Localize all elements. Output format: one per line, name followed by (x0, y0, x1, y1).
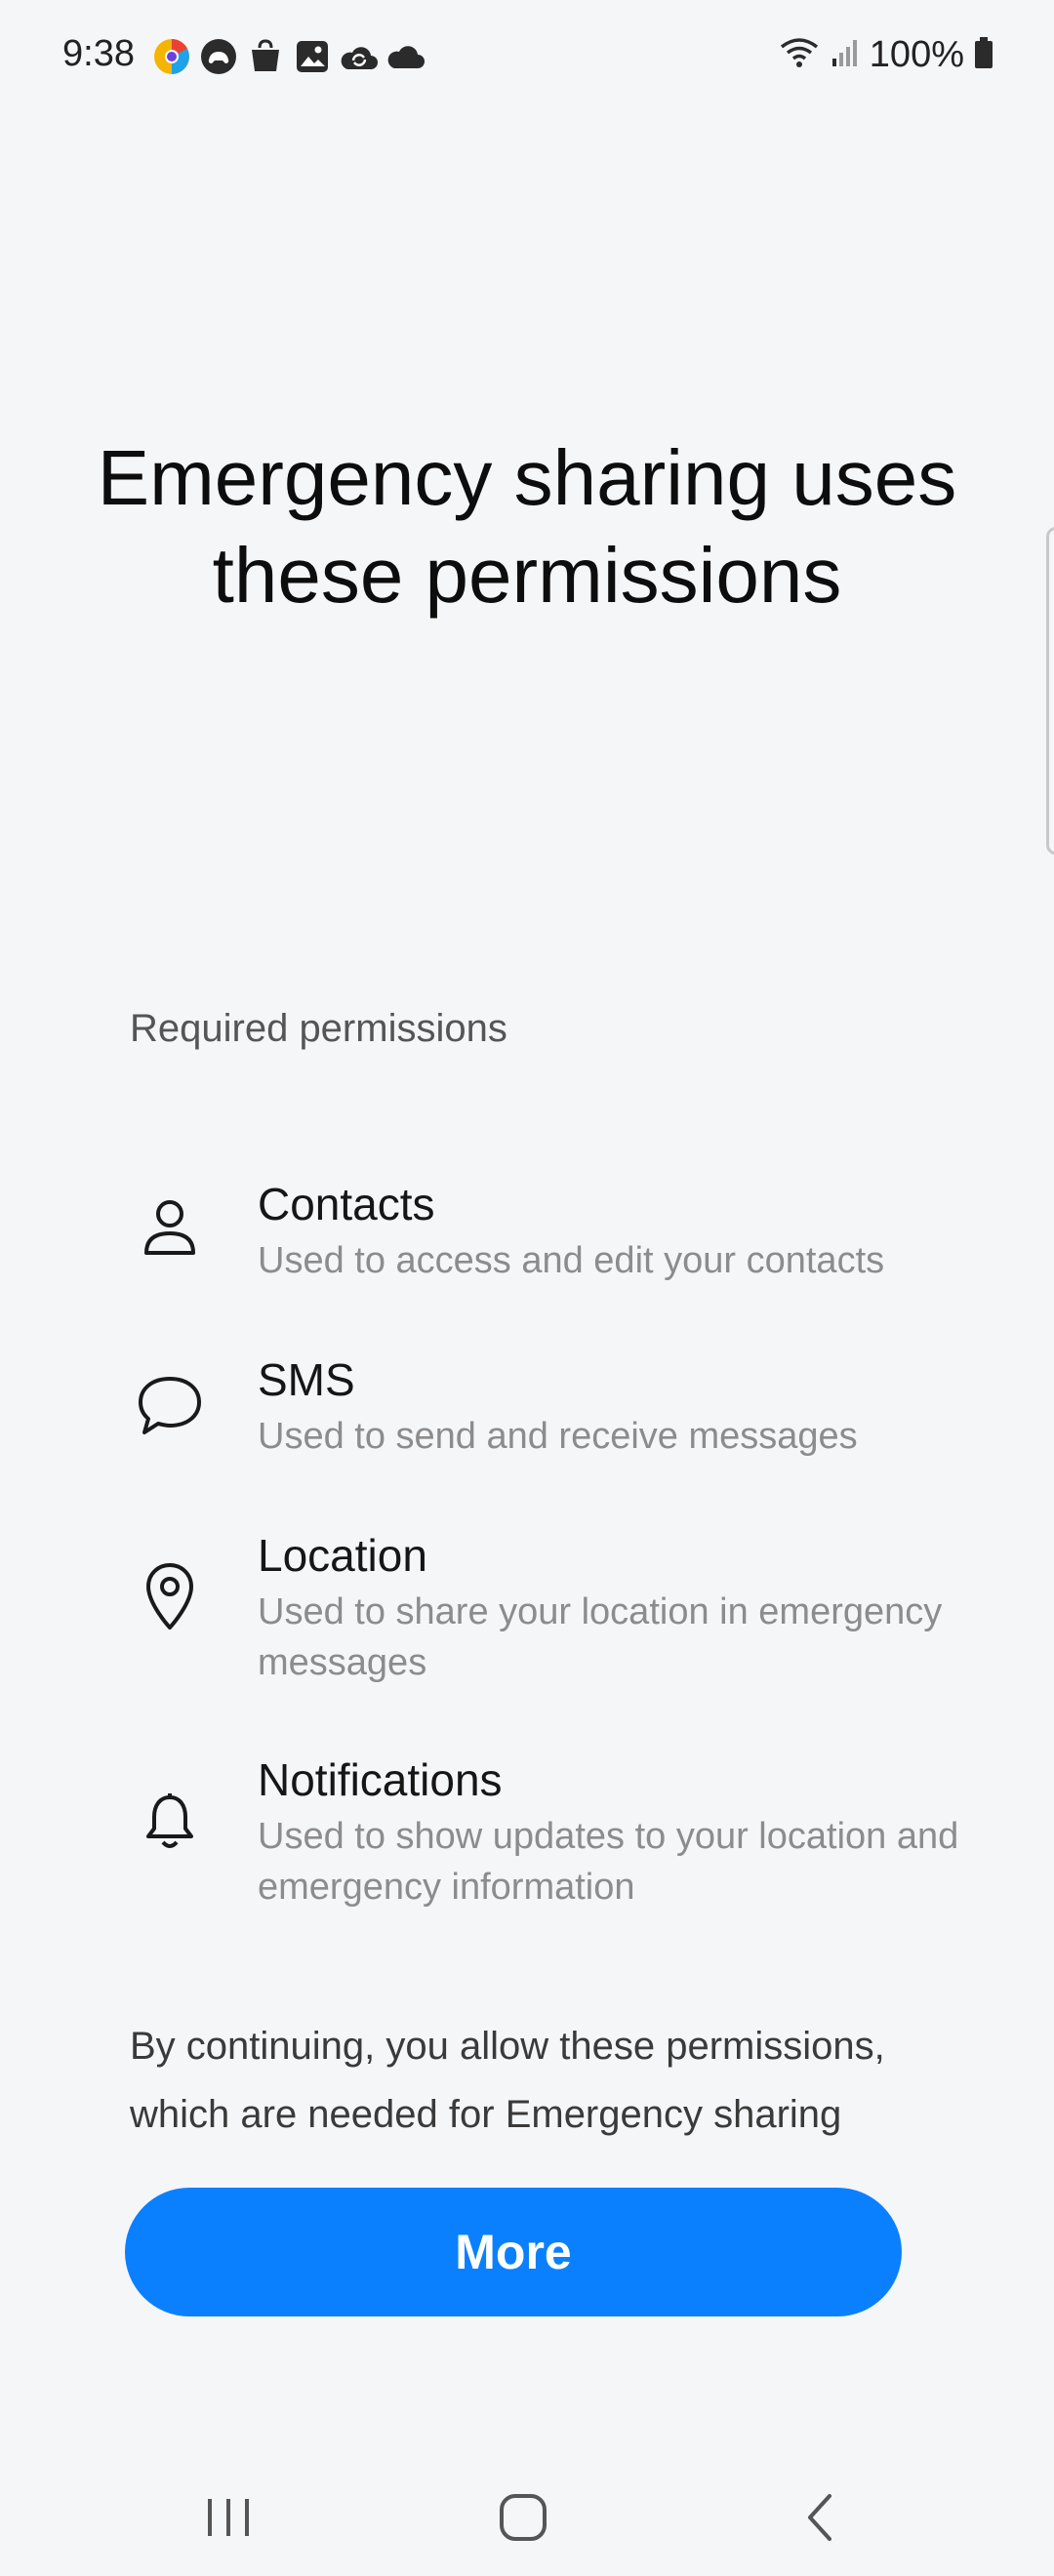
home-icon[interactable] (484, 2478, 562, 2556)
sync-icon (340, 37, 379, 76)
shopping-bag-icon (246, 37, 285, 76)
signal-bars-icon (831, 37, 860, 73)
permission-text: Location Used to share your location in … (258, 1528, 999, 1688)
permission-title: Location (258, 1530, 427, 1581)
recents-icon[interactable] (189, 2478, 267, 2556)
notification-icons (152, 35, 426, 78)
battery-percentage: 100% (869, 33, 964, 75)
permission-item-contacts: Contacts Used to access and edit your co… (0, 1171, 1054, 1288)
game-controller-icon (199, 37, 238, 76)
permission-title: Contacts (258, 1179, 435, 1229)
bell-icon (135, 1788, 205, 1858)
page-title: Emergency sharing uses these permissions (97, 434, 957, 619)
cloud-icon (386, 37, 426, 76)
battery-icon (974, 36, 993, 74)
permission-title: SMS (258, 1354, 355, 1405)
permission-description: Used to send and receive messages (258, 1416, 858, 1457)
section-header: Required permissions (130, 1007, 507, 1050)
permission-description: Used to access and edit your contacts (258, 1240, 885, 1281)
permission-text: Notifications Used to show updates to yo… (258, 1752, 999, 1912)
permission-description: Used to show updates to your location an… (258, 1816, 959, 1908)
person-icon (135, 1192, 205, 1263)
consent-text: By continuing, you allow these permissio… (130, 2025, 885, 2136)
status-bar: 9:38 100% (0, 0, 1054, 111)
permission-item-notifications: Notifications Used to show updates to yo… (0, 1747, 1054, 1922)
permission-item-sms: SMS Used to send and receive messages (0, 1347, 1054, 1464)
navigation-bar (0, 2439, 1054, 2576)
permission-description: Used to share your location in emergency… (258, 1591, 943, 1683)
gallery-icon (293, 37, 332, 76)
chrome-like-icon (152, 37, 191, 76)
status-time: 9:38 (62, 33, 135, 74)
status-right: 100% (778, 33, 993, 76)
permission-text: Contacts Used to access and edit your co… (258, 1177, 999, 1286)
back-icon[interactable] (781, 2478, 859, 2556)
wifi-icon (778, 35, 821, 75)
more-button[interactable]: More (125, 2188, 902, 2316)
message-bubble-icon (135, 1370, 205, 1440)
permission-title: Notifications (258, 1754, 503, 1805)
permission-item-location: Location Used to share your location in … (0, 1522, 1054, 1698)
scroll-handle[interactable] (1046, 527, 1054, 855)
permission-text: SMS Used to send and receive messages (258, 1352, 999, 1462)
location-pin-icon (135, 1561, 205, 1631)
